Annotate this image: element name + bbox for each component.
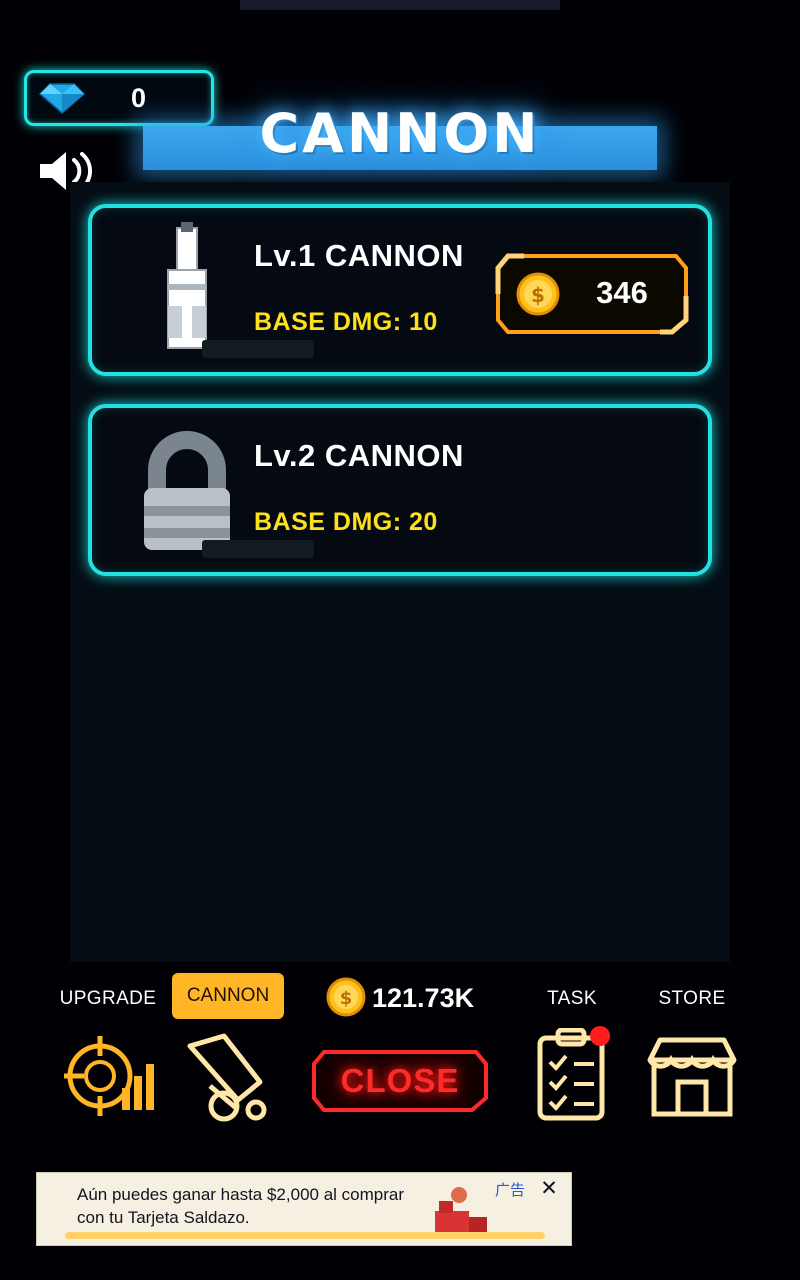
icon-shadow <box>202 340 314 358</box>
gold-coin-icon: $ <box>516 272 560 316</box>
shop-item-damage: BASE DMG: 10 <box>254 308 438 336</box>
coin-total-value: 121.73K <box>372 983 475 1013</box>
shop-item-price: 346 <box>596 275 648 310</box>
ad-text-line2: con tu Tarjeta Saldazo. <box>77 1208 250 1227</box>
nav-tab-cannon[interactable]: CANNON <box>172 973 284 1019</box>
svg-text:$: $ <box>531 283 545 307</box>
ad-text-line1: Aún puedes ganar hasta $2,000 al comprar <box>77 1185 405 1204</box>
top-strip <box>240 0 560 10</box>
ad-illustration <box>429 1181 491 1239</box>
shop-item-name: Lv.2 CANNON <box>254 438 464 473</box>
gold-coin-icon: $ <box>326 977 366 1017</box>
nav-label-store: STORE <box>658 988 726 1009</box>
svg-text:$: $ <box>340 988 353 1009</box>
buy-price-button[interactable]: $ 346 <box>494 250 690 338</box>
cannon-icon[interactable] <box>180 1030 280 1122</box>
upgrade-target-icon[interactable] <box>60 1032 156 1120</box>
shop-item-card[interactable]: Lv.2 CANNON BASE DMG: 20 <box>88 404 712 576</box>
ad-banner[interactable]: Aún puedes ganar hasta $2,000 al comprar… <box>36 1172 572 1246</box>
close-button[interactable]: CLOSE <box>310 1048 490 1114</box>
icon-shadow <box>202 540 314 558</box>
notification-badge <box>590 1026 610 1046</box>
ad-tag-label: 广告 <box>494 1182 525 1199</box>
game-screen: 0 CANNON Lv.1 CANNON BASE DMG: 10 $ 346 … <box>0 0 800 1280</box>
nav-label-upgrade: UPGRADE <box>59 988 157 1009</box>
clipboard-checklist-icon[interactable] <box>528 1026 620 1124</box>
page-title: CANNON <box>259 102 541 165</box>
storefront-icon[interactable] <box>644 1034 740 1120</box>
nav-label-task: TASK <box>547 988 597 1009</box>
nav-label-cannon: CANNON <box>186 985 270 1006</box>
close-button-label: CLOSE <box>340 1062 460 1099</box>
shop-item-card[interactable]: Lv.1 CANNON BASE DMG: 10 $ 346 <box>88 204 712 376</box>
ad-close-icon[interactable]: ✕ <box>537 1177 561 1201</box>
shop-item-damage: BASE DMG: 20 <box>254 508 438 536</box>
ad-text: Aún puedes ganar hasta $2,000 al comprar… <box>77 1183 457 1229</box>
shop-item-name: Lv.1 CANNON <box>254 238 464 273</box>
ad-progress-bar <box>65 1232 545 1239</box>
